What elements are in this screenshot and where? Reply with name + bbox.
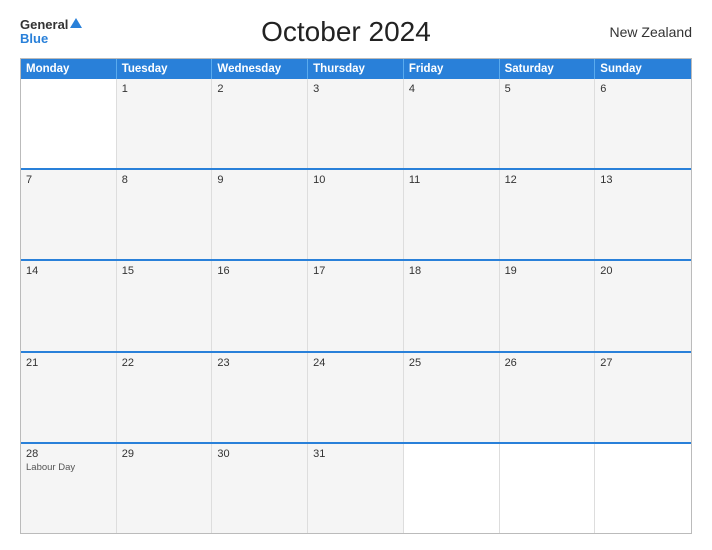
day-number: 18: [409, 265, 494, 277]
day-number: 19: [505, 265, 590, 277]
calendar-cell: [404, 444, 500, 533]
calendar-cell: 15: [117, 261, 213, 350]
calendar-cell: 11: [404, 170, 500, 259]
col-saturday: Saturday: [500, 59, 596, 79]
day-number: 10: [313, 174, 398, 186]
calendar-cell: 18: [404, 261, 500, 350]
calendar-cell: 1: [117, 79, 213, 168]
col-friday: Friday: [404, 59, 500, 79]
day-number: 20: [600, 265, 686, 277]
calendar-cell: 26: [500, 353, 596, 442]
day-number: 24: [313, 357, 398, 369]
calendar-cell: 3: [308, 79, 404, 168]
day-number: 5: [505, 83, 590, 95]
holiday-label: Labour Day: [26, 462, 111, 473]
day-number: 8: [122, 174, 207, 186]
col-monday: Monday: [21, 59, 117, 79]
day-number: 22: [122, 357, 207, 369]
calendar-week-1: 123456: [21, 79, 691, 168]
calendar-cell: [500, 444, 596, 533]
col-thursday: Thursday: [308, 59, 404, 79]
calendar-week-3: 14 15 16 17 18 19 20: [21, 259, 691, 350]
calendar-cell: 28 Labour Day: [21, 444, 117, 533]
calendar-cell: 22: [117, 353, 213, 442]
calendar-cell: 4: [404, 79, 500, 168]
logo-general-text: General: [20, 18, 68, 32]
day-number: 31: [313, 448, 398, 460]
calendar-cell: 8: [117, 170, 213, 259]
day-number: 15: [122, 265, 207, 277]
day-number: 2: [217, 83, 302, 95]
day-number: 29: [122, 448, 207, 460]
calendar-cell: 25: [404, 353, 500, 442]
calendar-cell: 19: [500, 261, 596, 350]
day-number: 21: [26, 357, 111, 369]
logo: General Blue: [20, 18, 82, 47]
day-number: 4: [409, 83, 494, 95]
calendar: Monday Tuesday Wednesday Thursday Friday…: [20, 58, 692, 534]
calendar-cell: [595, 444, 691, 533]
calendar-cell: 21: [21, 353, 117, 442]
calendar-cell: 17: [308, 261, 404, 350]
day-number: 13: [600, 174, 686, 186]
day-number: 1: [122, 83, 207, 95]
calendar-cell: 24: [308, 353, 404, 442]
logo-triangle-icon: [70, 18, 82, 28]
logo-blue-text: Blue: [20, 32, 48, 46]
calendar-cell: 31: [308, 444, 404, 533]
calendar-cell: 29: [117, 444, 213, 533]
day-number: 7: [26, 174, 111, 186]
calendar-cell: [21, 79, 117, 168]
calendar-cell: 14: [21, 261, 117, 350]
col-tuesday: Tuesday: [117, 59, 213, 79]
day-number: 25: [409, 357, 494, 369]
day-number: 9: [217, 174, 302, 186]
calendar-week-5: 28 Labour Day 29 30 31: [21, 442, 691, 533]
day-number: 17: [313, 265, 398, 277]
calendar-cell: 23: [212, 353, 308, 442]
day-number: 11: [409, 174, 494, 186]
day-number: 14: [26, 265, 111, 277]
calendar-week-4: 21 22 23 24 25 26 27: [21, 351, 691, 442]
calendar-cell: 7: [21, 170, 117, 259]
calendar-cell: 9: [212, 170, 308, 259]
calendar-cell: 20: [595, 261, 691, 350]
calendar-cell: 2: [212, 79, 308, 168]
col-sunday: Sunday: [595, 59, 691, 79]
calendar-week-2: 789 10 11 12 13: [21, 168, 691, 259]
country-label: New Zealand: [610, 24, 693, 40]
day-number: 23: [217, 357, 302, 369]
day-number: 26: [505, 357, 590, 369]
day-number: 27: [600, 357, 686, 369]
calendar-title: October 2024: [82, 16, 609, 48]
calendar-body: 1234567891011121314151617181920212223242…: [21, 79, 691, 533]
day-number: 6: [600, 83, 686, 95]
calendar-cell: 30: [212, 444, 308, 533]
day-number: 3: [313, 83, 398, 95]
calendar-cell: 10: [308, 170, 404, 259]
calendar-cell: 6: [595, 79, 691, 168]
page: General Blue October 2024 New Zealand Mo…: [0, 0, 712, 550]
calendar-cell: 27: [595, 353, 691, 442]
calendar-cell: 12: [500, 170, 596, 259]
calendar-cell: 13: [595, 170, 691, 259]
header: General Blue October 2024 New Zealand: [20, 16, 692, 48]
calendar-cell: 5: [500, 79, 596, 168]
calendar-cell: 16: [212, 261, 308, 350]
col-wednesday: Wednesday: [212, 59, 308, 79]
day-number: 30: [217, 448, 302, 460]
day-number: 12: [505, 174, 590, 186]
calendar-header: Monday Tuesday Wednesday Thursday Friday…: [21, 59, 691, 79]
day-number: 28: [26, 448, 111, 460]
day-number: 16: [217, 265, 302, 277]
